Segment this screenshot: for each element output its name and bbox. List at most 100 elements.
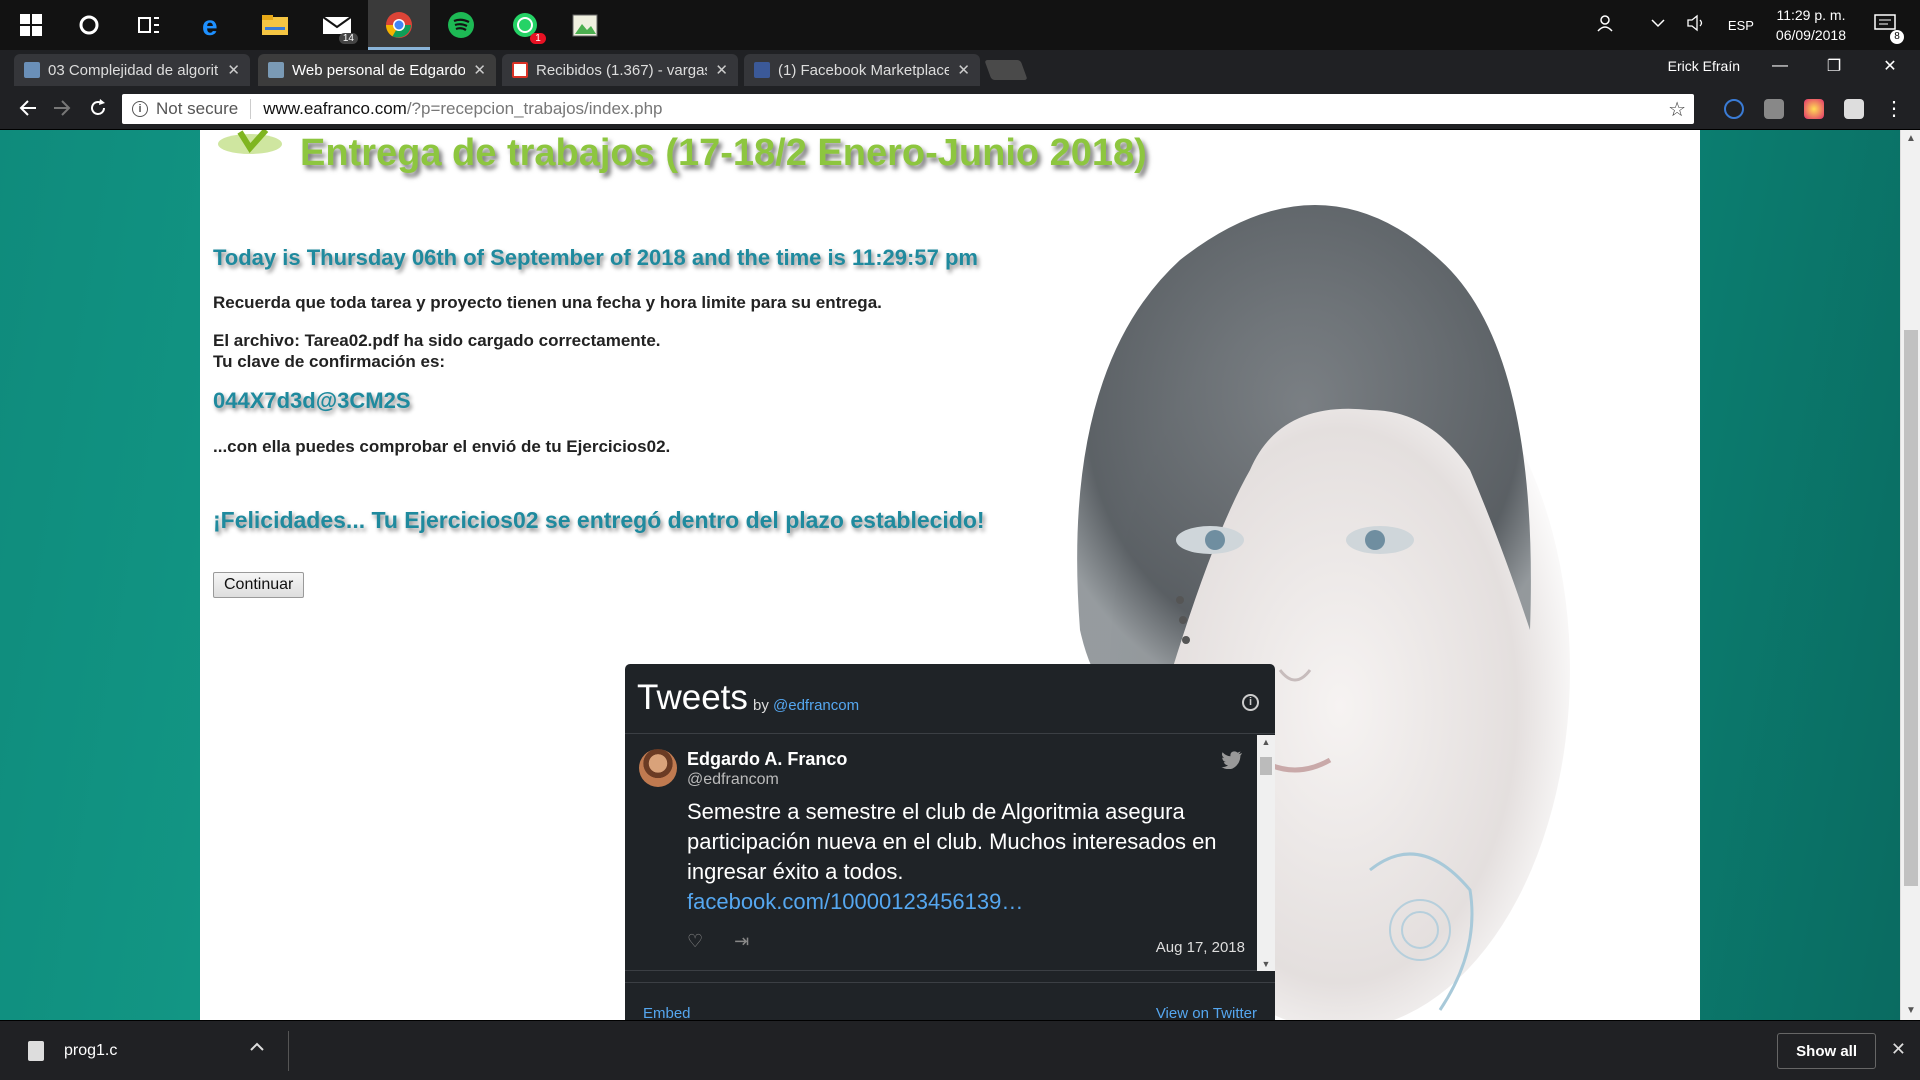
tab-facebook[interactable]: (1) Facebook Marketplace ✕ <box>744 54 980 86</box>
avatar[interactable] <box>639 749 677 787</box>
tweet-handle[interactable]: @edfrancom <box>687 771 779 789</box>
heart-icon[interactable]: ♡ <box>687 931 703 951</box>
tab-gmail[interactable]: Recibidos (1.367) - vargas ✕ <box>502 54 738 86</box>
tweet-author[interactable]: Edgardo A. Franco <box>687 749 847 770</box>
close-icon[interactable]: ✕ <box>1891 1039 1906 1060</box>
image-app-button[interactable] <box>554 0 616 50</box>
info-icon[interactable]: i <box>1242 694 1259 711</box>
browser-toolbar: i Not secure www.eafranco.com/?p=recepci… <box>0 86 1920 130</box>
file-explorer-button[interactable] <box>244 0 306 50</box>
clock-date: 06/09/2018 <box>1775 27 1846 43</box>
windows-taskbar: e 14 1 ESP 11:29 p. m. 06/09/2018 8 <box>0 0 1920 50</box>
reload-button[interactable] <box>84 94 112 122</box>
tab-favicon-icon <box>268 62 284 78</box>
chevron-up-icon[interactable] <box>250 1039 264 1057</box>
back-button[interactable] <box>14 94 42 122</box>
tweet-link[interactable]: facebook.com/10000123456139… <box>687 889 1023 914</box>
tweet-body: Semestre a semestre el club de Algoritmi… <box>687 799 1217 884</box>
language-indicator[interactable]: ESP <box>1728 18 1754 33</box>
tweet-item[interactable]: Edgardo A. Franco @edfrancom Semestre a … <box>625 735 1257 971</box>
clock[interactable]: 11:29 p. m. 06/09/2018 <box>1776 5 1846 45</box>
extension-gray-icon[interactable] <box>1764 99 1784 119</box>
show-all-button[interactable]: Show all <box>1777 1033 1876 1069</box>
maximize-button[interactable]: ❐ <box>1806 50 1862 82</box>
profile-name[interactable]: Erick Efraín <box>1668 58 1740 74</box>
logo-icon <box>218 130 282 154</box>
forward-button[interactable] <box>48 94 76 122</box>
embed-link[interactable]: Embed <box>643 1005 691 1020</box>
download-item[interactable]: prog1.c <box>28 1041 117 1061</box>
close-icon[interactable]: ✕ <box>227 61 240 79</box>
file-uploaded-text: El archivo: Tarea02.pdf ha sido cargado … <box>213 331 661 350</box>
tweets-title: Tweets <box>637 678 748 717</box>
edge-button[interactable]: e <box>182 0 244 50</box>
tweets-by-word: by <box>753 697 769 714</box>
view-on-twitter-link[interactable]: View on Twitter <box>1156 1005 1257 1020</box>
tab-title: (1) Facebook Marketplace <box>778 61 950 79</box>
chrome-button[interactable] <box>368 0 430 50</box>
windows-logo-icon <box>20 14 42 36</box>
download-bar: prog1.c Show all ✕ <box>0 1020 1920 1080</box>
cortana-button[interactable] <box>58 0 120 50</box>
tab-web-personal[interactable]: Web personal de Edgardo ✕ <box>258 54 496 86</box>
scroll-down-icon[interactable]: ▼ <box>1257 959 1275 969</box>
gmail-icon <box>512 62 528 78</box>
tweets-footer: Embed View on Twitter <box>625 982 1275 1020</box>
chrome-menu-icon[interactable]: ⋮ <box>1880 94 1908 122</box>
close-icon[interactable]: ✕ <box>957 61 970 79</box>
share-icon[interactable]: ⇥ <box>734 931 749 951</box>
scroll-down-icon[interactable]: ▼ <box>1901 1002 1920 1020</box>
continue-button[interactable]: Continuar <box>213 572 305 598</box>
info-icon[interactable]: i <box>132 101 148 117</box>
instagram-extension-icon[interactable] <box>1804 99 1824 119</box>
chevron-up-icon[interactable] <box>1650 16 1666 34</box>
check-text: ...con ella puedes comprobar el envió de… <box>213 437 671 456</box>
tweets-by-handle[interactable]: @edfrancom <box>773 697 859 714</box>
image-app-icon <box>572 14 598 37</box>
file-icon <box>28 1041 44 1061</box>
close-window-button[interactable]: ✕ <box>1862 50 1918 82</box>
new-tab-button[interactable] <box>984 60 1028 80</box>
tab-strip: 03 Complejidad de algoritmos ✕ Web perso… <box>0 50 1920 86</box>
spotify-button[interactable] <box>430 0 492 50</box>
system-tray: ESP 11:29 p. m. 06/09/2018 8 <box>1586 0 1920 50</box>
congrats-message: ¡Felicidades... Tu Ejercicios02 se entre… <box>213 507 985 533</box>
close-icon[interactable]: ✕ <box>473 61 486 79</box>
whatsapp-badge: 1 <box>530 33 546 44</box>
reminder-text: Recuerda que toda tarea y proyecto tiene… <box>213 293 882 312</box>
extension-cube-icon[interactable] <box>1844 99 1864 119</box>
volume-icon[interactable] <box>1686 14 1706 37</box>
twitter-bird-icon[interactable] <box>1221 751 1243 769</box>
tab-complejidad[interactable]: 03 Complejidad de algoritmos ✕ <box>14 54 250 86</box>
clock-time: 11:29 p. m. <box>1776 7 1846 23</box>
tab-title: Web personal de Edgardo <box>292 61 466 79</box>
mail-badge: 14 <box>338 33 358 44</box>
people-icon[interactable] <box>1596 13 1616 38</box>
tab-title: 03 Complejidad de algoritmos <box>48 61 219 79</box>
url-path: /?p=recepcion_trabajos/index.php <box>406 99 663 118</box>
facebook-icon <box>754 62 770 78</box>
address-bar[interactable]: i Not secure www.eafranco.com/?p=recepci… <box>122 94 1694 124</box>
tweet-date[interactable]: Aug 17, 2018 <box>1156 939 1245 956</box>
twitter-timeline-widget: Tweets by @edfrancom i Edgardo A. Franco… <box>625 664 1275 1020</box>
folder-icon <box>262 15 288 35</box>
cortana-circle-icon <box>79 15 99 35</box>
notifications-icon[interactable]: 8 <box>1874 13 1904 44</box>
tweets-scrollbar[interactable]: ▲ ▼ <box>1257 735 1275 971</box>
close-icon[interactable]: ✕ <box>715 61 728 79</box>
page-scrollbar[interactable]: ▲ ▼ <box>1900 130 1920 1020</box>
scroll-up-icon[interactable]: ▲ <box>1257 737 1275 747</box>
scroll-thumb[interactable] <box>1904 330 1918 886</box>
extension-sync-icon[interactable] <box>1724 99 1744 119</box>
mail-button[interactable]: 14 <box>306 0 368 50</box>
security-label[interactable]: Not secure <box>156 99 252 119</box>
bookmark-star-icon[interactable]: ☆ <box>1668 97 1686 122</box>
minimize-button[interactable]: — <box>1752 50 1808 82</box>
start-button[interactable] <box>0 0 62 50</box>
scroll-thumb[interactable] <box>1260 757 1272 775</box>
scroll-up-icon[interactable]: ▲ <box>1901 130 1920 148</box>
tweet-text: Semestre a semestre el club de Algoritmi… <box>687 797 1247 917</box>
svg-text:e: e <box>202 11 218 39</box>
whatsapp-button[interactable]: 1 <box>494 0 556 50</box>
task-view-button[interactable] <box>118 0 180 50</box>
